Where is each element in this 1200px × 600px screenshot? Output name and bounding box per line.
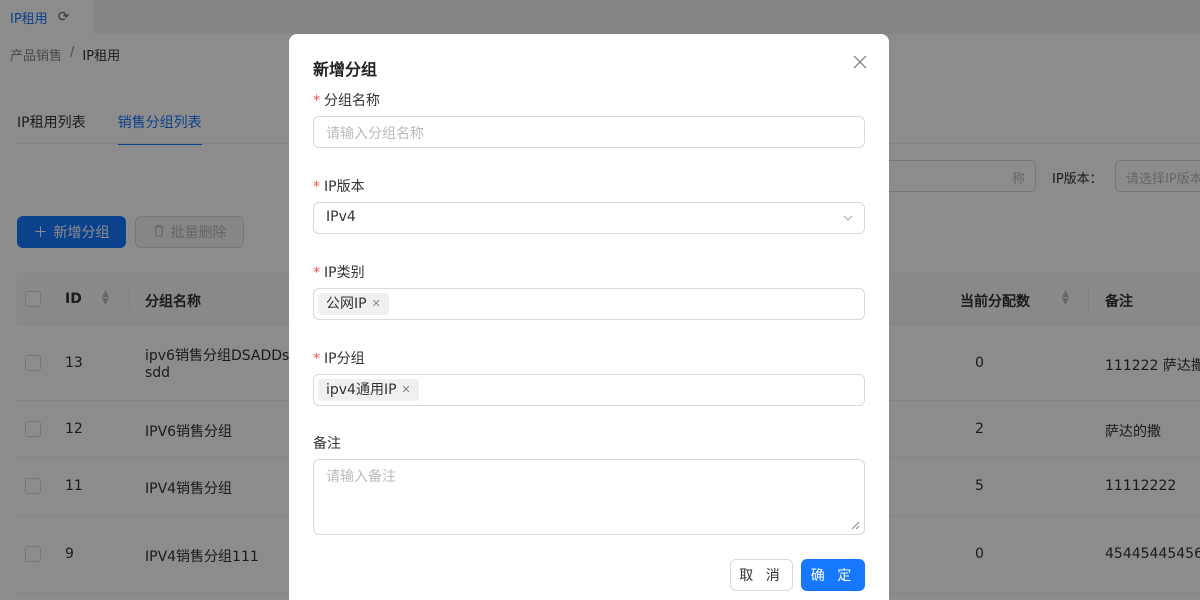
- ip-group-label: * IP分组: [313, 348, 365, 368]
- tag-close-icon[interactable]: ✕: [372, 295, 381, 313]
- ip-group-label-text: IP分组: [324, 351, 365, 367]
- group-name-input[interactable]: 请输入分组名称: [313, 116, 865, 148]
- required-mark: *: [313, 351, 320, 367]
- group-name-label: * 分组名称: [313, 90, 380, 110]
- ip-version-label: * IP版本: [313, 176, 365, 196]
- required-mark: *: [313, 179, 320, 195]
- ip-version-value: IPv4: [326, 209, 356, 225]
- ip-group-tag-label: ipv4通用IP: [326, 382, 397, 398]
- ip-type-select[interactable]: 公网IP ✕: [313, 288, 865, 320]
- ip-version-select[interactable]: IPv4: [313, 202, 865, 234]
- ip-version-label-text: IP版本: [324, 179, 365, 195]
- group-name-placeholder: 请输入分组名称: [326, 126, 424, 142]
- remark-label: 备注: [313, 436, 341, 452]
- close-icon[interactable]: [851, 53, 869, 71]
- cancel-button[interactable]: 取 消: [730, 559, 793, 591]
- modal-title: 新增分组: [313, 60, 378, 79]
- ip-type-label-text: IP类别: [324, 265, 365, 281]
- ip-group-select[interactable]: ipv4通用IP ✕: [313, 374, 865, 406]
- chevron-down-icon: [843, 215, 853, 221]
- resize-handle-icon[interactable]: [850, 520, 860, 530]
- group-name-label-text: 分组名称: [324, 93, 380, 109]
- ip-type-tag: 公网IP ✕: [318, 293, 389, 315]
- remark-placeholder: 请输入备注: [326, 469, 396, 485]
- ip-group-tag: ipv4通用IP ✕: [318, 379, 419, 401]
- remark-textarea[interactable]: 请输入备注: [313, 459, 865, 535]
- required-mark: *: [313, 265, 320, 281]
- ip-type-label: * IP类别: [313, 262, 365, 282]
- tag-close-icon[interactable]: ✕: [402, 381, 411, 399]
- ip-type-tag-label: 公网IP: [326, 296, 367, 312]
- confirm-button[interactable]: 确 定: [801, 559, 865, 591]
- add-group-modal: 新增分组 * 分组名称 请输入分组名称 * IP版本 IPv4 * IP类别 公网IP…: [289, 34, 889, 600]
- required-mark: *: [313, 93, 320, 109]
